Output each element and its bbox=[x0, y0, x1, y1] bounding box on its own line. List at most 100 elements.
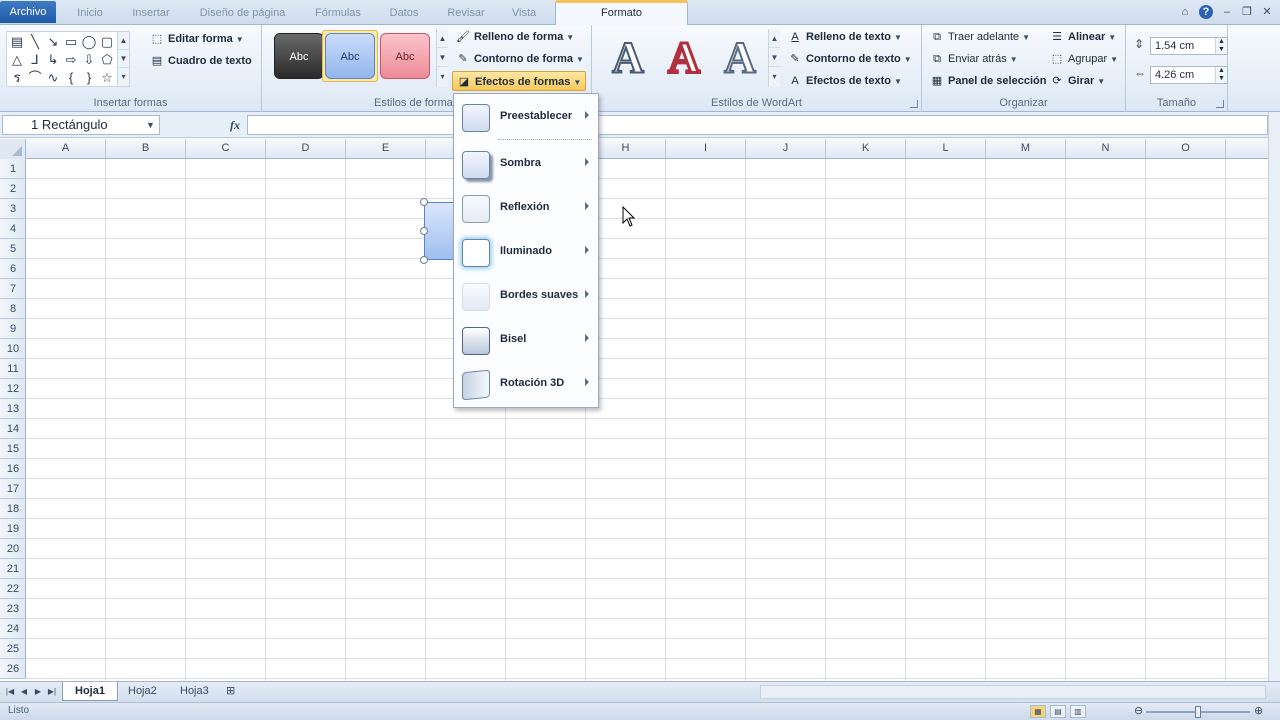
shape-styles-gallery-scroll[interactable]: ▲ ▼ ▾ bbox=[436, 29, 448, 87]
shape-style-blue[interactable]: Abc bbox=[325, 33, 375, 79]
text-fill-button[interactable]: A Relleno de texto ▼ bbox=[788, 27, 902, 47]
column-header-j[interactable]: J bbox=[746, 139, 826, 158]
column-header-m[interactable]: M bbox=[986, 139, 1066, 158]
column-header-c[interactable]: C bbox=[186, 139, 266, 158]
shape-fill-button[interactable]: 🖌 Relleno de forma ▼ bbox=[456, 27, 574, 47]
window-close-icon[interactable]: ✕ bbox=[1260, 5, 1274, 19]
wordart-gallery-scroll[interactable]: ▲ ▼ ▾ bbox=[768, 29, 780, 87]
menu-item-reflection[interactable]: Reflexión bbox=[455, 188, 597, 228]
page-layout-view-icon[interactable]: ▤ bbox=[1050, 705, 1066, 718]
row-header-1[interactable]: 1 bbox=[0, 159, 26, 179]
scroll-up-icon[interactable]: ▲ bbox=[437, 29, 448, 48]
row-header-25[interactable]: 25 bbox=[0, 639, 26, 659]
sheet-tab-hoja2[interactable]: Hoja2 bbox=[116, 682, 169, 701]
resize-handle[interactable] bbox=[420, 227, 428, 235]
gallery-more-icon[interactable]: ▾ bbox=[437, 67, 448, 86]
wordart-style-red[interactable]: A bbox=[662, 33, 706, 82]
rotate-button[interactable]: ⟳ Girar ▼ bbox=[1050, 71, 1105, 91]
column-header-e[interactable]: E bbox=[346, 139, 426, 158]
window-minimize-icon[interactable]: – bbox=[1220, 5, 1234, 19]
menu-item-preset[interactable]: Preestablecer bbox=[455, 97, 597, 137]
left-brace-shape-icon[interactable]: { bbox=[62, 69, 80, 87]
last-sheet-icon[interactable]: ▶| bbox=[46, 686, 58, 698]
row-header-26[interactable]: 26 bbox=[0, 659, 26, 679]
rounded-rectangle-shape-icon[interactable]: ▢ bbox=[98, 33, 116, 51]
column-header-k[interactable]: K bbox=[826, 139, 906, 158]
wordart-style-light[interactable]: A bbox=[718, 34, 762, 82]
tab-file[interactable]: Archivo bbox=[0, 1, 56, 23]
row-header-12[interactable]: 12 bbox=[0, 379, 26, 399]
tab-data[interactable]: Datos bbox=[380, 4, 428, 22]
width-spinner-icon[interactable]: ▲ ▼ bbox=[1215, 67, 1227, 83]
scroll-down-icon[interactable]: ▼ bbox=[437, 48, 448, 67]
elbow-connector-shape-icon[interactable]: ⅃ bbox=[26, 51, 44, 69]
row-header-11[interactable]: 11 bbox=[0, 359, 26, 379]
window-restore-icon[interactable]: ❐ bbox=[1240, 5, 1254, 19]
text-outline-button[interactable]: ✎ Contorno de texto ▼ bbox=[788, 49, 911, 69]
shape-effects-button[interactable]: ◪ Efectos de formas ▼ bbox=[452, 71, 587, 91]
gallery-more-icon[interactable]: ▾ bbox=[118, 68, 129, 86]
height-spinner-icon[interactable]: ▲ ▼ bbox=[1215, 38, 1227, 54]
scroll-down-icon[interactable]: ▼ bbox=[118, 50, 129, 68]
triangle-shape-icon[interactable]: △ bbox=[8, 51, 26, 69]
row-header-8[interactable]: 8 bbox=[0, 299, 26, 319]
text-box-shape-icon[interactable]: ▤ bbox=[8, 33, 26, 51]
gallery-more-icon[interactable]: ▾ bbox=[769, 67, 780, 86]
row-header-15[interactable]: 15 bbox=[0, 439, 26, 459]
down-arrow-shape-icon[interactable]: ⇩ bbox=[80, 51, 98, 69]
tab-format[interactable]: Formato bbox=[555, 0, 688, 25]
name-box[interactable]: 1 Rectángulo bbox=[2, 115, 160, 135]
sheet-tab-hoja1[interactable]: Hoja1 bbox=[62, 682, 118, 701]
shapes-gallery[interactable]: ▤ ╲ ↘ ▭ ◯ ▢ △ ⅃ ↳ ⇨ ⇩ ⬠ ร ⌒ ∿ { } ☆ ▲ ▼ … bbox=[6, 31, 130, 87]
row-header-19[interactable]: 19 bbox=[0, 519, 26, 539]
row-header-10[interactable]: 10 bbox=[0, 339, 26, 359]
tab-page-layout[interactable]: Diseño de página bbox=[190, 4, 295, 22]
prev-sheet-icon[interactable]: ◀ bbox=[18, 686, 30, 698]
column-header-a[interactable]: A bbox=[26, 139, 106, 158]
zoom-in-icon[interactable]: ⊕ bbox=[1254, 704, 1263, 717]
elbow-arrow-shape-icon[interactable]: ↳ bbox=[44, 51, 62, 69]
row-header-18[interactable]: 18 bbox=[0, 499, 26, 519]
tab-review[interactable]: Revisar bbox=[440, 4, 492, 22]
edit-shape-button[interactable]: ⬚ Editar forma ▼ bbox=[150, 29, 244, 49]
row-header-13[interactable]: 13 bbox=[0, 399, 26, 419]
arc-shape-icon[interactable]: ⌒ bbox=[26, 69, 44, 87]
bring-forward-button[interactable]: ⧉ Traer adelante ▼ bbox=[930, 27, 1030, 47]
page-break-view-icon[interactable]: ▥ bbox=[1070, 705, 1086, 718]
dialog-launcher-icon[interactable] bbox=[910, 100, 918, 108]
right-arrow-shape-icon[interactable]: ⇨ bbox=[62, 51, 80, 69]
group-button[interactable]: ⬚ Agrupar ▼ bbox=[1050, 49, 1118, 69]
menu-item-bevel[interactable]: Bisel bbox=[455, 320, 597, 360]
send-backward-button[interactable]: ⧉ Enviar atrás ▼ bbox=[930, 49, 1018, 69]
minimize-ribbon-icon[interactable]: ⌂ bbox=[1178, 5, 1192, 19]
row-header-23[interactable]: 23 bbox=[0, 599, 26, 619]
tab-home[interactable]: Inicio bbox=[70, 4, 110, 22]
row-header-21[interactable]: 21 bbox=[0, 559, 26, 579]
row-header-6[interactable]: 6 bbox=[0, 259, 26, 279]
menu-item-glow[interactable]: Iluminado bbox=[455, 232, 597, 272]
next-sheet-icon[interactable]: ▶ bbox=[32, 686, 44, 698]
row-header-16[interactable]: 16 bbox=[0, 459, 26, 479]
shape-style-red[interactable]: Abc bbox=[380, 33, 430, 79]
row-header-7[interactable]: 7 bbox=[0, 279, 26, 299]
menu-item-3d-rotation[interactable]: Rotación 3D bbox=[455, 364, 597, 404]
zoom-out-icon[interactable]: ⊖ bbox=[1134, 704, 1143, 717]
first-sheet-icon[interactable]: |◀ bbox=[4, 686, 16, 698]
shape-width-input[interactable]: 4.26 cm ▲ ▼ bbox=[1150, 66, 1228, 84]
zoom-slider-thumb[interactable] bbox=[1195, 706, 1201, 718]
star-shape-icon[interactable]: ☆ bbox=[98, 69, 116, 87]
row-header-9[interactable]: 9 bbox=[0, 319, 26, 339]
insert-sheet-icon[interactable]: ⊞ bbox=[220, 682, 241, 701]
row-header-24[interactable]: 24 bbox=[0, 619, 26, 639]
resize-handle[interactable] bbox=[420, 256, 428, 264]
row-header-2[interactable]: 2 bbox=[0, 179, 26, 199]
tab-insert[interactable]: Insertar bbox=[125, 4, 177, 22]
column-header-b[interactable]: B bbox=[106, 139, 186, 158]
shape-height-input[interactable]: 1.54 cm ▲ ▼ bbox=[1150, 37, 1228, 55]
selection-pane-button[interactable]: ▦ Panel de selección bbox=[930, 71, 1047, 91]
oval-shape-icon[interactable]: ◯ bbox=[80, 33, 98, 51]
arrow-line-shape-icon[interactable]: ↘ bbox=[44, 33, 62, 51]
text-box-button[interactable]: ▤ Cuadro de texto bbox=[150, 51, 252, 71]
normal-view-icon[interactable]: ▦ bbox=[1030, 705, 1046, 718]
scroll-down-icon[interactable]: ▼ bbox=[769, 48, 780, 67]
